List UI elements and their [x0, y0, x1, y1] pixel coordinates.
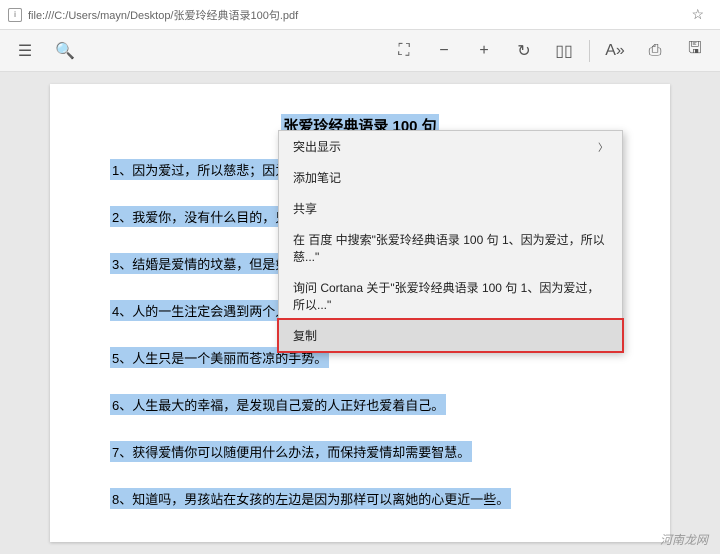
context-menu: 突出显示 〉 添加笔记 共享 在 百度 中搜索"张爱玲经典语录 100 句 1、…: [278, 130, 623, 352]
menu-label: 突出显示: [293, 138, 341, 155]
rotate-icon[interactable]: ↻: [505, 32, 543, 70]
text-line: 6、人生最大的幸福，是发现自己爱的人正好也爱着自己。: [110, 394, 446, 415]
zoom-out-icon[interactable]: −: [425, 32, 463, 70]
contents-icon[interactable]: ☰: [6, 32, 44, 70]
menu-ask-cortana[interactable]: 询问 Cortana 关于"张爱玲经典语录 100 句 1、因为爱过，所以...…: [279, 272, 622, 320]
pdf-toolbar: ☰ 🔍 ⛶ − + ↻ ▯▯ A» ⎙ 🖫: [0, 30, 720, 72]
save-icon[interactable]: 🖫: [676, 32, 714, 70]
chevron-right-icon: 〉: [598, 139, 608, 154]
address-bar: i file:///C:/Users/mayn/Desktop/张爱玲经典语录1…: [0, 0, 720, 30]
menu-search-baidu[interactable]: 在 百度 中搜索"张爱玲经典语录 100 句 1、因为爱过，所以慈...": [279, 224, 622, 272]
watermark-text: 河南龙网: [660, 531, 708, 548]
text-line: 7、获得爱情你可以随便用什么办法，而保持爱情却需要智慧。: [110, 441, 472, 462]
menu-label: 询问 Cortana 关于"张爱玲经典语录 100 句 1、因为爱过，所以...…: [293, 279, 608, 313]
menu-highlight[interactable]: 突出显示 〉: [279, 131, 622, 162]
layout-icon[interactable]: ▯▯: [545, 32, 583, 70]
toolbar-divider: [589, 40, 590, 62]
menu-label: 共享: [293, 200, 317, 217]
zoom-in-icon[interactable]: +: [465, 32, 503, 70]
url-text[interactable]: file:///C:/Users/mayn/Desktop/张爱玲经典语录100…: [28, 7, 683, 23]
menu-label: 添加笔记: [293, 169, 341, 186]
read-aloud-icon[interactable]: A»: [596, 32, 634, 70]
menu-copy[interactable]: 复制: [277, 318, 624, 353]
fit-page-icon[interactable]: ⛶: [385, 32, 423, 70]
search-icon[interactable]: 🔍: [46, 32, 84, 70]
menu-add-note[interactable]: 添加笔记: [279, 162, 622, 193]
info-icon[interactable]: i: [8, 8, 22, 22]
menu-label: 在 百度 中搜索"张爱玲经典语录 100 句 1、因为爱过，所以慈...": [293, 231, 608, 265]
text-line: 4、人的一生注定会遇到两个人: [110, 300, 290, 321]
print-icon[interactable]: ⎙: [636, 32, 674, 70]
text-line: 8、知道吗，男孩站在女孩的左边是因为那样可以离她的心更近一些。: [110, 488, 511, 509]
favorite-star-icon[interactable]: ☆: [683, 6, 712, 23]
menu-share[interactable]: 共享: [279, 193, 622, 224]
menu-label: 复制: [293, 327, 317, 344]
